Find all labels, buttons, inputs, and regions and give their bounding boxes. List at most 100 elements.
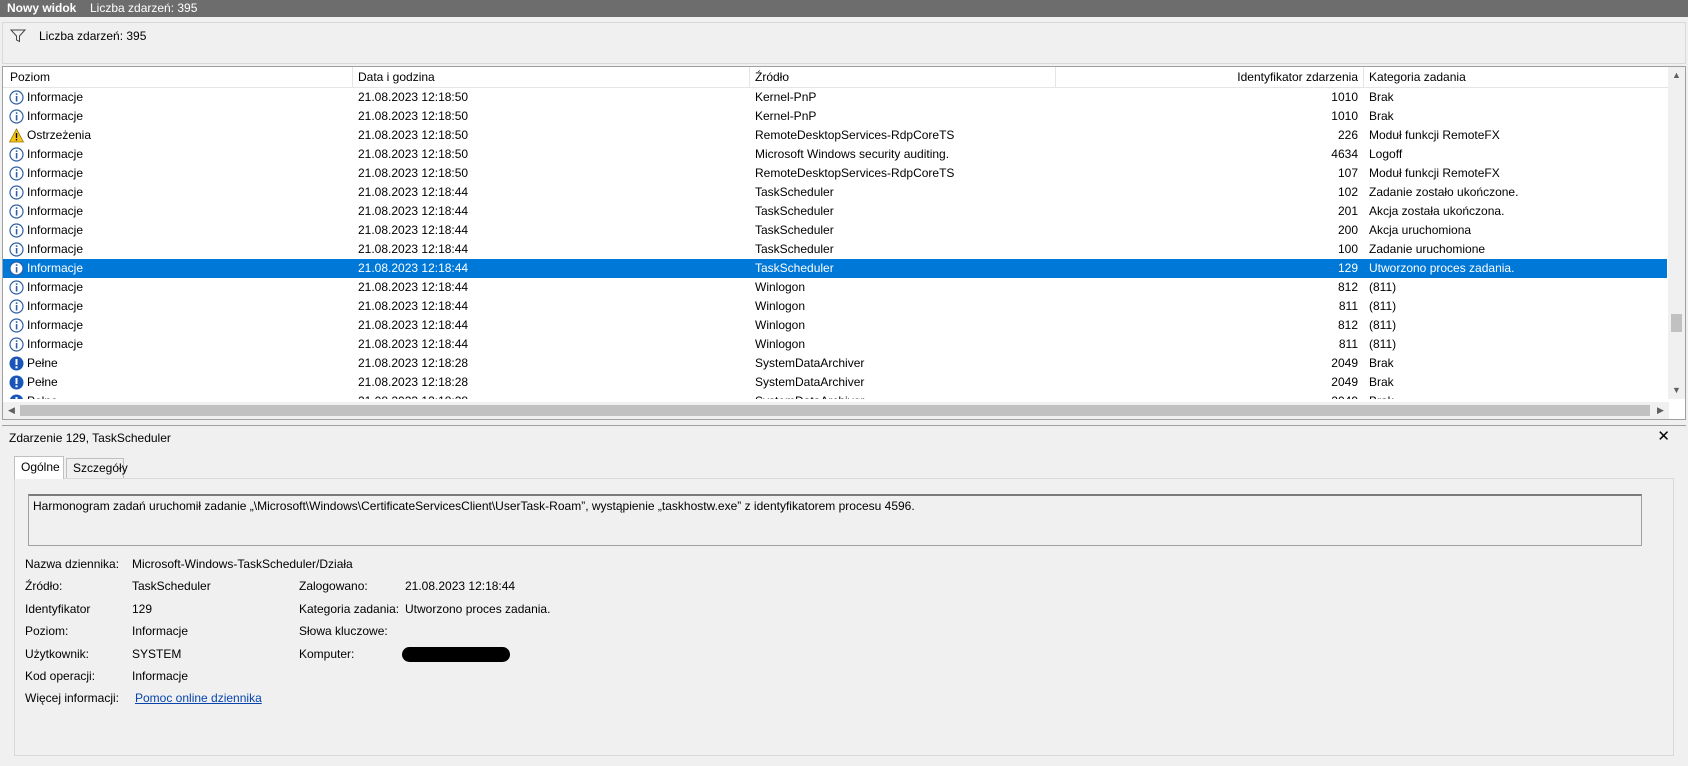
level-cell: Informacje [27,337,84,351]
column-header-event-id[interactable]: Identyfikator zdarzenia [1193,71,1358,84]
column-separator[interactable] [352,67,353,87]
event-id-cell: 201 [1337,204,1358,218]
table-row[interactable]: Informacje 21.08.2023 12:18:44 Winlogon 812… [3,316,1667,335]
event-id-cell: 4634 [1331,147,1358,161]
horizontal-scrollbar[interactable]: ◀ ▶ [3,402,1669,419]
table-row[interactable]: Informacje 21.08.2023 12:18:50 Kernel-PnP 1… [3,88,1667,107]
table-row[interactable]: Informacje 21.08.2023 12:18:44 Winlogon 811… [3,297,1667,316]
date-cell: 21.08.2023 12:18:28 [358,375,469,389]
task-category-cell: Brak [1369,356,1394,370]
task-category-cell: Brak [1369,109,1394,123]
table-row[interactable]: Pełne 21.08.2023 12:18:28 SystemDataArchiv… [3,354,1667,373]
scroll-left-arrow-icon[interactable]: ◀ [3,402,20,419]
date-cell: 21.08.2023 12:18:44 [358,299,469,313]
date-cell: 21.08.2023 12:18:44 [358,261,469,275]
view-event-count: Liczba zdarzeń: 395 [90,1,198,15]
task-category-cell: Utworzono proces zadania. [1369,261,1515,275]
column-separator[interactable] [1055,67,1056,87]
source-cell: RemoteDesktopServices-RdpCoreTS [755,128,955,142]
event-detail-title: Zdarzenie 129, TaskScheduler [9,431,171,445]
date-cell: 21.08.2023 12:18:50 [358,109,469,123]
info-icon [9,299,24,314]
column-separator[interactable] [749,67,750,87]
table-row[interactable]: Informacje 21.08.2023 12:18:50 RemoteDeskt… [3,164,1667,183]
level-cell: Pełne [27,392,58,399]
filter-icon[interactable] [10,29,26,43]
events-grid[interactable]: Poziom Data i godzina Źródło Identyfikat… [2,66,1686,420]
column-separator[interactable] [1363,67,1364,87]
scroll-up-arrow-icon[interactable]: ▲ [1668,67,1685,84]
table-row[interactable]: Informacje 21.08.2023 12:18:44 Winlogon 812… [3,278,1667,297]
table-row[interactable]: Informacje 21.08.2023 12:18:44 Winlogon 811… [3,335,1667,354]
source-cell: RemoteDesktopServices-RdpCoreTS [755,166,955,180]
event-id-cell: 107 [1337,166,1358,180]
info-icon [9,223,24,238]
source-cell: TaskScheduler [755,261,834,275]
column-header-level[interactable]: Poziom [10,71,50,84]
event-id-cell: 1010 [1331,90,1358,104]
column-header-source[interactable]: Źródło [755,71,789,84]
date-cell: 21.08.2023 12:18:44 [358,185,469,199]
info-icon [9,280,24,295]
level-cell: Informacje [27,109,84,123]
close-icon[interactable]: ✕ [1657,428,1670,446]
event-id-label: Identyfikator [25,602,91,616]
event-description[interactable]: Harmonogram zadań uruchomił zadanie „\Mi… [28,494,1642,546]
tab-general[interactable]: Ogólne [14,456,64,479]
date-cell: 21.08.2023 12:18:44 [358,280,469,294]
event-id-cell: 2049 [1193,392,1358,399]
info-icon [9,166,24,181]
online-help-link[interactable]: Pomoc online dziennika [135,691,262,705]
scroll-right-arrow-icon[interactable]: ▶ [1652,402,1669,419]
column-header-task-category[interactable]: Kategoria zadania [1369,71,1466,84]
table-row[interactable]: Informacje 21.08.2023 12:18:44 TaskSchedul… [3,240,1667,259]
task-category-cell: Zadanie zostało ukończone. [1369,185,1519,199]
level-cell: Informacje [27,204,84,218]
vertical-scrollbar[interactable]: ▲ ▼ [1668,67,1685,399]
date-cell: 21.08.2023 12:18:44 [358,337,469,351]
info-icon [9,185,24,200]
task-category-cell: (811) [1369,318,1397,332]
logged-value: 21.08.2023 12:18:44 [405,579,516,593]
table-row[interactable]: Informacje 21.08.2023 12:18:50 Kernel-PnP 1… [3,107,1667,126]
event-id-cell: 811 [1338,337,1358,351]
event-detail-pane: Zdarzenie 129, TaskScheduler ✕ Ogólne Sz… [2,425,1686,763]
warning-icon [9,128,24,143]
tab-details[interactable]: Szczegóły [66,458,128,478]
computer-value-redacted [402,647,510,662]
table-row[interactable]: Informacje 21.08.2023 12:18:44 TaskSchedul… [3,221,1667,240]
horizontal-scroll-thumb[interactable] [20,405,1650,416]
filter-event-count: Liczba zdarzeń: 395 [39,29,147,43]
task-category-cell: Logoff [1369,147,1403,161]
task-category-cell: (811) [1369,299,1397,313]
vertical-scroll-thumb[interactable] [1671,314,1682,332]
source-cell: Kernel-PnP [755,109,817,123]
user-value: SYSTEM [132,647,182,661]
level-cell: Informacje [27,280,84,294]
level-cell: Pełne [27,375,58,389]
table-row[interactable]: Informacje 21.08.2023 12:18:44 TaskSchedul… [3,202,1667,221]
info-icon [9,109,24,124]
source-cell: Winlogon [755,280,806,294]
source-cell: TaskScheduler [755,242,834,256]
task-category-cell: Zadanie uruchomione [1369,242,1486,256]
table-row[interactable]: Ostrzeżenia 21.08.2023 12:18:50 RemoteDesk… [3,126,1667,145]
date-cell: 21.08.2023 12:18:50 [358,147,469,161]
table-row[interactable]: Pełne 21.08.2023 12:18:28 SystemDataArchiv… [3,392,1667,399]
event-id-cell: 812 [1337,318,1358,332]
info-icon [9,147,24,162]
task-category-cell: Brak [1369,90,1394,104]
task-category-cell: Brak [1369,375,1394,389]
scroll-down-arrow-icon[interactable]: ▼ [1668,382,1685,399]
source-cell: SystemDataArchiver [755,356,865,370]
table-row-selected[interactable]: Informacje 21.08.2023 12:18:44 TaskSchedul… [3,259,1667,278]
level-label: Poziom: [25,624,69,638]
level-cell: Ostrzeżenia [27,128,92,142]
column-header-date[interactable]: Data i godzina [358,71,435,84]
table-row[interactable]: Pełne 21.08.2023 12:18:28 SystemDataArchiv… [3,373,1667,392]
table-row[interactable]: Informacje 21.08.2023 12:18:50 Microsoft W… [3,145,1667,164]
table-row[interactable]: Informacje 21.08.2023 12:18:44 TaskSchedul… [3,183,1667,202]
level-cell: Informacje [27,299,84,313]
user-label: Użytkownik: [25,647,90,661]
info-icon [9,90,24,105]
